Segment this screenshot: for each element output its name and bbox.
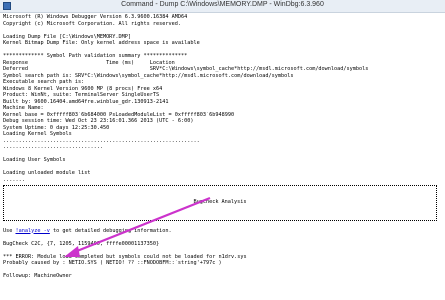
command-output[interactable]: Microsoft (R) Windows Debugger Version 6… <box>3 14 443 300</box>
analyze-v-link[interactable]: !analyze -v <box>16 228 50 234</box>
window-title: Command - Dump C:\Windows\MEMORY.DMP - W… <box>121 1 324 8</box>
bugcheck-analysis-title: Bugcheck Analysis <box>193 199 247 205</box>
bugcheck-analysis-banner: Bugcheck Analysis <box>3 185 437 221</box>
title-bar: Command - Dump C:\Windows\MEMORY.DMP - W… <box>0 0 445 13</box>
followup-line: Followup: MachineOwner <box>3 273 72 279</box>
output-line: ....... <box>3 176 25 183</box>
analyze-hint-prefix: Use <box>3 227 16 234</box>
analyze-hint-suffix: to get detailed debugging information. <box>49 227 172 234</box>
